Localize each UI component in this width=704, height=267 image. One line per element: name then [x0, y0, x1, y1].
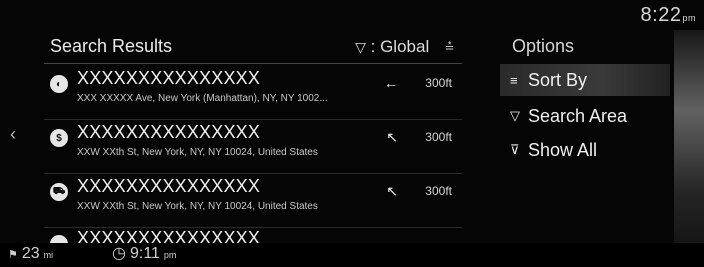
arrival-time-value: 9:11 — [129, 245, 160, 262]
result-row[interactable]: ⛟ XXXXXXXXXXXXXXX XXW XXth St, New York,… — [44, 174, 462, 228]
funnel-icon: ▽ — [355, 38, 366, 55]
funnel-clear-icon: ⊽ — [510, 142, 520, 157]
distance-unit: mi — [43, 250, 54, 260]
result-address: XXW XXth St, New York, NY, NY 10024, Uni… — [77, 201, 318, 212]
result-address: XXW XXth St, New York, NY, NY 10024, Uni… — [77, 147, 318, 158]
results-title: Search Results — [50, 36, 173, 56]
distance-value: 23 — [21, 245, 40, 262]
option-label: Show All — [528, 139, 598, 160]
arrival-time: ◷ 9:11 pm — [112, 243, 176, 263]
navigation-screen: 8:22pm ‹ Search Results ▽ : Global ⩮ ◐ X… — [0, 0, 704, 267]
search-area-filter[interactable]: ▽ : Global ⩮ — [355, 37, 454, 57]
clock-icon: ◷ — [112, 245, 126, 262]
direction-arrow-icon: ↖ — [386, 183, 398, 199]
remaining-distance: ⚑ 23 mi — [8, 245, 53, 263]
filter-label: : Global — [370, 36, 430, 56]
show-all-option[interactable]: ⊽ Show All — [500, 134, 670, 166]
result-row[interactable]: ◐ XXXXXXXXXXXXXXX XXX XXXXX Ave, New Yor… — [44, 66, 462, 120]
map-preview-strip — [674, 30, 704, 260]
option-label: Search Area — [528, 105, 628, 126]
clock: 8:22pm — [641, 4, 696, 27]
result-row[interactable]: XXXXXXXXXXXXXXX — [44, 226, 462, 244]
sort-icon: ≡ — [510, 72, 518, 88]
sort-by-option[interactable]: ≡ Sort By — [500, 64, 670, 96]
clock-time: 8:22 — [640, 4, 682, 26]
options-title: Options — [512, 36, 575, 56]
result-name: XXXXXXXXXXXXXXX — [77, 122, 261, 142]
search-results-panel: Search Results ▽ : Global ⩮ ◐ XXXXXXXXXX… — [44, 30, 462, 244]
options-panel: Options ≡ Sort By ▽ Search Area ⊽ Show A… — [500, 30, 670, 190]
direction-arrow-icon: ↖ — [386, 129, 398, 145]
result-name: XXXXXXXXXXXXXXX — [77, 68, 261, 88]
previous-page-arrow-icon[interactable]: ‹ — [10, 124, 16, 145]
shopping-cart-icon: ⛟ — [50, 183, 68, 201]
clock-ampm: pm — [682, 13, 696, 23]
bank-icon: $ — [50, 129, 68, 147]
result-distance: 300ft — [425, 184, 452, 198]
search-area-option[interactable]: ▽ Search Area — [500, 100, 670, 132]
result-name: XXXXXXXXXXXXXXX — [77, 228, 261, 244]
flag-icon: ⚑ — [8, 249, 18, 261]
funnel-icon: ▽ — [510, 108, 520, 123]
results-header: Search Results ▽ : Global ⩮ — [44, 30, 462, 64]
sort-list-icon[interactable]: ⩮ — [445, 38, 454, 55]
direction-arrow-icon: ← — [384, 75, 398, 91]
arrival-ampm: pm — [163, 250, 177, 260]
option-label: Sort By — [528, 69, 588, 90]
restaurant-icon: ◐ — [50, 75, 68, 93]
result-name: XXXXXXXXXXXXXXX — [77, 176, 261, 196]
result-distance: 300ft — [425, 130, 452, 144]
result-address: XXX XXXXX Ave, New York (Manhattan), NY,… — [77, 93, 328, 104]
result-row[interactable]: $ XXXXXXXXXXXXXXX XXW XXth St, New York,… — [44, 120, 462, 174]
bottom-status-bar: ⚑ 23 mi ◷ 9:11 pm — [0, 243, 704, 267]
result-distance: 300ft — [425, 76, 452, 90]
